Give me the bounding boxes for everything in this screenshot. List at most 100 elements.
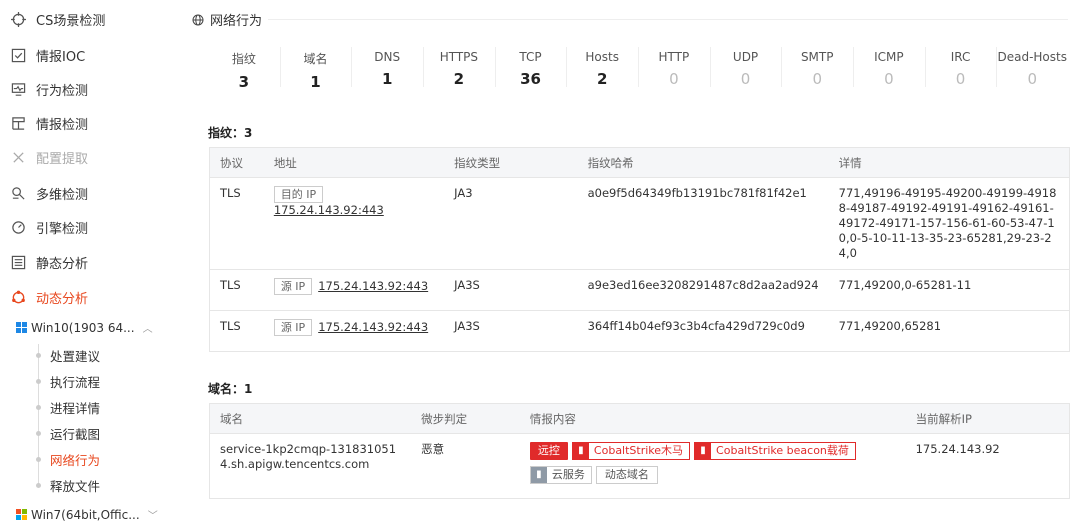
cell-address: 目的 IP175.24.143.92:443 <box>263 177 445 270</box>
bookmark-icon: ▮ <box>530 467 547 483</box>
tree-dot <box>36 379 41 384</box>
stat-tcp[interactable]: TCP 36 <box>494 41 567 93</box>
nav-dynamic[interactable]: 动态分析 <box>0 282 160 312</box>
gauge-icon <box>10 219 26 235</box>
stat-value: 3 <box>238 73 250 91</box>
table-header-row: 域名 微步判定 情报内容 当前解析IP <box>209 403 1070 434</box>
col-address: 地址 <box>263 147 445 178</box>
os-win10-toggle[interactable]: Win10(1903 64... ︿ <box>16 320 153 335</box>
col-verdict: 微步判定 <box>411 403 520 434</box>
nav-intel[interactable]: 情报检测 <box>0 108 160 138</box>
stat-label: DNS <box>374 50 401 64</box>
multi-icon <box>10 185 26 201</box>
stat-domain[interactable]: 域名 1 <box>279 41 352 93</box>
address-link[interactable]: 175.24.143.92:443 <box>274 203 384 217</box>
table-row: TLS 源 IP 175.24.143.92:443 JA3S a9e3ed16e… <box>208 269 1070 311</box>
tree-dot <box>36 457 41 462</box>
stat-label: Dead-Hosts <box>997 50 1067 64</box>
stats-bar: 指纹 3 域名 1 DNS 1 HTTPS 2 TCP 36 Hosts 2 HTTP 0 U… <box>208 41 1068 93</box>
stat-value: 0 <box>884 70 894 88</box>
stat-value: 1 <box>381 70 393 88</box>
cell-protocol: TLS <box>208 177 264 270</box>
tree-item-screenshot[interactable]: 运行截图 <box>36 424 100 443</box>
divider <box>268 19 1068 20</box>
list-icon <box>10 254 26 270</box>
stat-dns[interactable]: DNS 1 <box>351 41 423 93</box>
os-win7-toggle[interactable]: Win7(64bit,Offic... ﹀ <box>16 507 158 522</box>
nav-behavior[interactable]: 行为检测 <box>0 74 160 104</box>
address-link[interactable]: 175.24.143.92:443 <box>318 279 428 293</box>
cell-intel: 远控 ▮ CobaltStrike木马 ▮ CobaltStrike beacon载… <box>519 433 906 499</box>
nav-label: 动态分析 <box>36 291 89 307</box>
stat-label: ICMP <box>874 50 904 64</box>
tree-label: 释放文件 <box>50 479 101 494</box>
stat-label: 域名 <box>303 52 328 66</box>
tag-cobaltstrike-trojan: ▮ CobaltStrike木马 <box>571 442 691 460</box>
col-detail: 详情 <box>828 147 1070 178</box>
nav-label: 行为检测 <box>36 83 89 99</box>
stat-irc: IRC 0 <box>924 41 997 93</box>
address-link[interactable]: 175.24.143.92:443 <box>318 320 428 334</box>
stat-value: 0 <box>669 70 679 88</box>
stat-http: HTTP 0 <box>638 41 710 93</box>
stat-value: 0 <box>955 70 966 88</box>
nav-cs-scene[interactable]: CS场景检测 <box>0 4 160 34</box>
cell-detail: 771,49200,65281 <box>828 310 1070 352</box>
tree-line <box>38 344 39 484</box>
os-label: Win7(64bit,Offic... <box>31 507 140 522</box>
stat-label: IRC <box>950 50 971 64</box>
stat-hosts[interactable]: Hosts 2 <box>566 41 638 93</box>
nav-multi[interactable]: 多维检测 <box>0 178 160 208</box>
tree-dot <box>36 431 41 436</box>
tag-text: 云服务 <box>551 468 585 481</box>
domain-table: 域名 微步判定 情报内容 当前解析IP service-1kp2cmqp-131… <box>209 403 1070 499</box>
tree-item-release[interactable]: 释放文件 <box>36 476 101 495</box>
intel-tags-row: ▮ 云服务 动态域名 <box>529 466 896 484</box>
stat-smtp: SMTP 0 <box>781 41 853 93</box>
stat-label: Hosts <box>585 50 619 64</box>
ip-direction-tag: 源 IP <box>273 319 313 336</box>
globe-icon <box>192 14 204 26</box>
nav-ioc[interactable]: 情报IOC <box>0 40 160 70</box>
stat-label: UDP <box>732 50 759 64</box>
cell-address: 源 IP 175.24.143.92:443 <box>263 310 445 352</box>
cell-address: 源 IP 175.24.143.92:443 <box>263 269 445 311</box>
stat-value: 2 <box>596 70 608 88</box>
nav-config-extract[interactable]: 配置提取 <box>0 142 160 172</box>
nav-label: 情报IOC <box>36 49 86 65</box>
tag-remote-control: 远控 <box>529 442 568 460</box>
tag-cloud-service: ▮ 云服务 <box>529 466 592 484</box>
tag-text: CobaltStrike beacon载荷 <box>716 444 849 457</box>
layout-icon <box>10 115 26 131</box>
cell-fp-hash: 364ff14b04ef93c3b4cfa429d729c0d9 <box>577 310 829 352</box>
monitor-icon <box>10 81 26 97</box>
stat-value: 0 <box>812 70 822 88</box>
nav-label: 多维检测 <box>36 187 89 203</box>
tree-item-process[interactable]: 进程详情 <box>36 398 101 417</box>
table-row: TLS 源 IP 175.24.143.92:443 JA3S 364ff14b0… <box>208 310 1070 352</box>
cell-fp-type: JA3 <box>444 177 578 270</box>
cell-verdict: 恶意 <box>411 433 520 499</box>
nav-label: CS场景检测 <box>36 13 106 29</box>
nav-label: 情报检测 <box>36 117 89 133</box>
stat-value: 36 <box>520 70 541 88</box>
nav-static[interactable]: 静态分析 <box>0 247 160 277</box>
stat-label: HTTP <box>658 50 690 64</box>
nav-engine[interactable]: 引擎检测 <box>0 212 160 242</box>
stat-label: HTTPS <box>439 50 479 64</box>
ip-direction-tag: 目的 IP <box>273 186 324 203</box>
tree-label: 进程详情 <box>50 401 101 416</box>
cell-detail: 771,49200,0-65281-11 <box>828 269 1070 311</box>
stat-https[interactable]: HTTPS 2 <box>423 41 495 93</box>
col-intel: 情报内容 <box>519 403 906 434</box>
cell-fp-hash: a9e3ed16ee3208291487c8d2aa2ad924 <box>577 269 829 311</box>
stat-fingerprint[interactable]: 指纹 3 <box>208 41 280 93</box>
tree-item-advice[interactable]: 处置建议 <box>36 346 100 365</box>
stat-value: 0 <box>1027 70 1037 88</box>
tree-item-network[interactable]: 网络行为 <box>36 450 100 469</box>
col-domain: 域名 <box>209 403 412 434</box>
fingerprint-heading: 指纹：3 <box>208 126 253 140</box>
tree-item-flow[interactable]: 执行流程 <box>36 372 100 391</box>
cell-protocol: TLS <box>208 269 264 311</box>
stat-value: 1 <box>310 73 321 91</box>
